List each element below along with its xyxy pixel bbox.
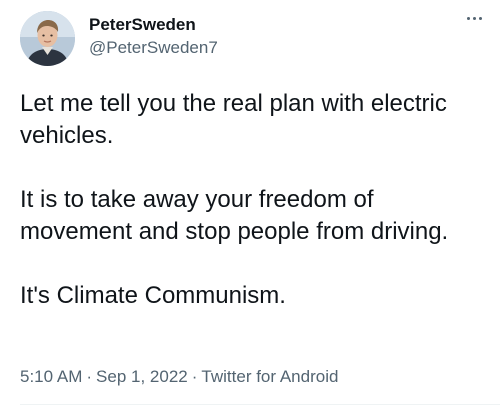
tweet-metadata: 5:10 AM · Sep 1, 2022 · Twitter for Android — [20, 366, 338, 388]
tweet-card: PeterSweden @PeterSweden7 Let me tell yo… — [0, 0, 500, 408]
tweet-date[interactable]: Sep 1, 2022 — [96, 367, 188, 386]
tweet-paragraph: It's Climate Communism. — [20, 282, 286, 309]
tweet-paragraph: Let me tell you the real plan with elect… — [20, 90, 447, 149]
avatar[interactable] — [20, 11, 75, 66]
tweet-author: PeterSweden @PeterSweden7 — [89, 14, 218, 59]
display-name[interactable]: PeterSweden — [89, 14, 218, 36]
separator: · — [86, 367, 93, 386]
more-horizontal-icon — [465, 16, 483, 20]
tweet-time[interactable]: 5:10 AM — [20, 367, 82, 386]
tweet-source[interactable]: Twitter for Android — [201, 367, 338, 386]
separator: · — [191, 367, 198, 386]
user-handle[interactable]: @PeterSweden7 — [89, 37, 218, 59]
avatar-photo — [20, 11, 75, 66]
divider — [20, 404, 500, 405]
tweet-text: Let me tell you the real plan with elect… — [20, 88, 490, 312]
more-options-button[interactable] — [460, 8, 488, 28]
tweet-paragraph: It is to take away your freedom of movem… — [20, 186, 449, 245]
